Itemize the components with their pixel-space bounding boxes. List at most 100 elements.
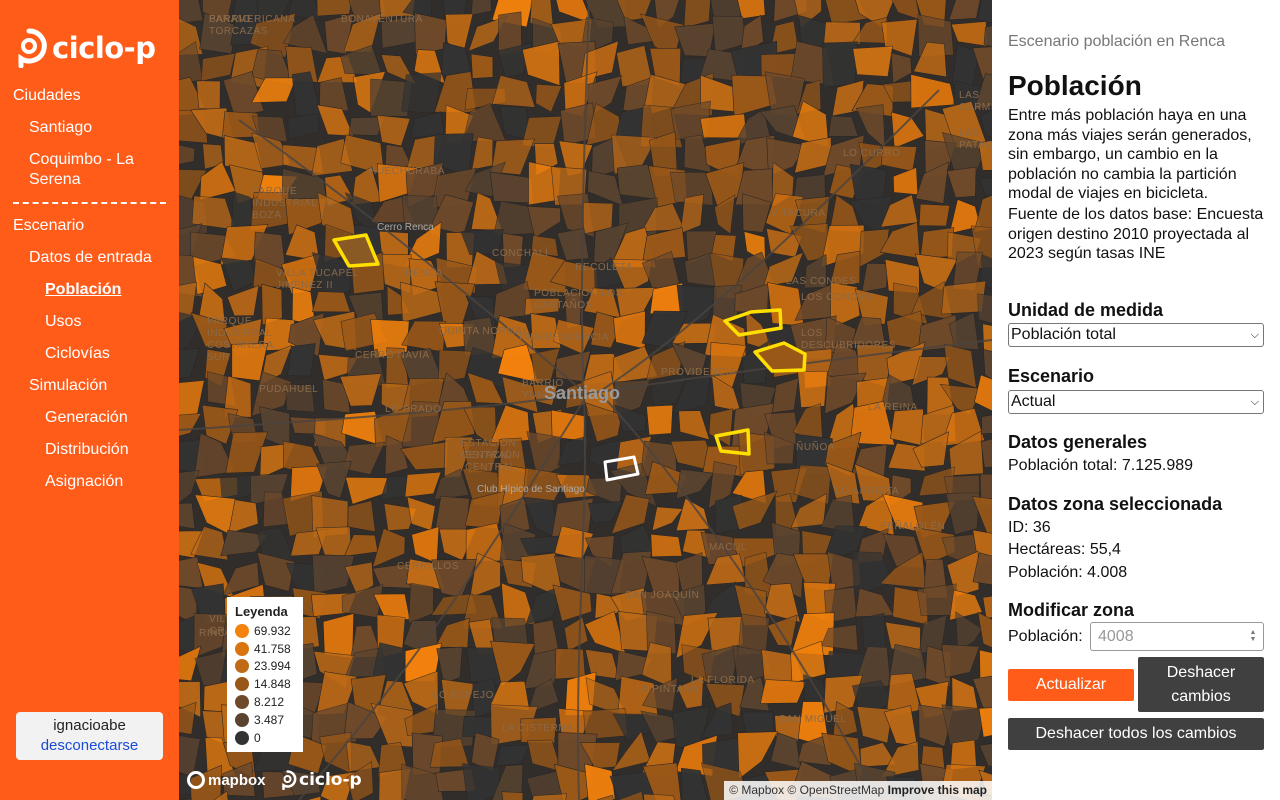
- nav-cities-heading[interactable]: Ciudades: [13, 86, 81, 106]
- stepper-icon[interactable]: ▲ ▼: [1247, 629, 1259, 644]
- map-ciclo-p-logo: ciclo-p: [279, 770, 362, 790]
- map-place-label: POBLACIÓN LOS CASTAÑOS: [534, 288, 623, 311]
- map-place-label: PARQUE INDUSTRIAL LO BOZA: [252, 186, 336, 221]
- legend-swatch: [235, 712, 249, 727]
- attribution-text[interactable]: © Mapbox © OpenStreetMap: [729, 783, 884, 797]
- nav-item-generacion[interactable]: Generación: [45, 408, 128, 428]
- user-box: ignacioabe desconectarse: [16, 712, 163, 760]
- nav-simulation[interactable]: Simulación: [29, 376, 107, 396]
- legend-item: 0: [235, 729, 295, 747]
- map-zone: [322, 613, 355, 659]
- legend-value: 0: [254, 730, 261, 745]
- map-place-label: LOS DESCUBRIDORES: [801, 328, 897, 351]
- scenario-select[interactable]: Actual ⌵: [1008, 390, 1264, 414]
- map-zone: [646, 404, 674, 436]
- map-place-label: SAN MIGUEL: [779, 714, 847, 725]
- map-place-label: LA REINA: [868, 402, 918, 413]
- ciclo-p-logo-icon: [282, 770, 297, 790]
- map-place-label: Club Hípico de Santiago: [477, 484, 585, 495]
- nav-item-poblacion[interactable]: Población: [45, 280, 121, 300]
- map-place-label: BONAVENTURA: [341, 14, 423, 25]
- legend-value: 41.758: [254, 641, 291, 656]
- nav-city-coquimbo[interactable]: Coquimbo - La Serena: [29, 150, 164, 190]
- nav-divider: [13, 202, 166, 204]
- legend-item: 8.212: [235, 693, 295, 711]
- legend-swatch: [235, 695, 249, 710]
- zone-hectares: Hectáreas: 55,4: [1008, 541, 1121, 558]
- nav-city-santiago[interactable]: Santiago: [29, 118, 92, 138]
- improve-map-link[interactable]: Improve this map: [888, 783, 987, 797]
- mapbox-logo[interactable]: mapbox: [187, 771, 266, 789]
- brand-logo[interactable]: ciclo-p: [12, 28, 156, 68]
- map-place-label: LOS CONDES: [801, 292, 873, 303]
- map-place-label: CERRILLOS: [397, 561, 460, 572]
- general-heading: Datos generales: [1008, 432, 1148, 452]
- map-legend: Leyenda 69.932 41.758 23.994 14.848 8.212 3.4…: [227, 597, 303, 752]
- map-place-label: PROVIDENCIA: [661, 367, 737, 378]
- map-place-label: LA FLORIDA: [691, 675, 755, 686]
- modify-heading: Modificar zona: [1008, 600, 1135, 620]
- map-place-label: Cerro Renca: [377, 222, 434, 233]
- panel-description: Entre más población haya en una zona más…: [1008, 107, 1252, 202]
- population-input[interactable]: 4008 ▲ ▼: [1090, 622, 1264, 651]
- map-zone: [311, 291, 351, 313]
- map-attribution: © Mapbox © OpenStreetMap Improve this ma…: [724, 781, 992, 800]
- map-place-label: LO CURRO: [843, 148, 901, 159]
- logout-link[interactable]: desconectarse: [16, 736, 163, 756]
- legend-value: 69.932: [254, 623, 291, 638]
- map-zone: [554, 648, 586, 680]
- map-place-label: MACUL: [709, 542, 748, 553]
- map-zone: [916, 583, 957, 616]
- map-place-label: INDEPENDENCIA: [519, 332, 610, 343]
- map-place-label: LAS CARMELITAS: [959, 90, 992, 113]
- legend-swatch: [235, 623, 249, 638]
- legend-value: 8.212: [254, 695, 285, 710]
- map-place-label: HUECHURABA: [369, 166, 446, 177]
- population-field-label: Población:: [1008, 628, 1083, 645]
- nav-item-asignacion[interactable]: Asignación: [45, 472, 123, 492]
- panel-source: Fuente de los datos base: Encuesta orige…: [1008, 206, 1264, 262]
- map-place-label: LO ESPEJO: [433, 690, 494, 701]
- map-place-label: LA CISTERNA: [502, 723, 574, 734]
- map-place-label: CERRO NAVIA: [355, 350, 430, 361]
- map-zone: [347, 500, 376, 533]
- map-canvas[interactable]: BARRIO TORCAZAS HUECHURABA VITACURA LO CURR…: [179, 0, 992, 800]
- nav-input-data[interactable]: Datos de entrada: [29, 248, 152, 268]
- map-zone: [196, 80, 221, 111]
- map-place-label: LAS CONDES: [786, 276, 857, 287]
- map-place-label: QUINTA NORMAL: [439, 326, 529, 337]
- map-place-label: SAN JOAQUÍN: [625, 590, 700, 601]
- nav-item-distribucion[interactable]: Distribución: [45, 440, 129, 460]
- unit-heading: Unidad de medida: [1008, 300, 1164, 320]
- map-zone: [918, 203, 951, 227]
- legend-title: Leyenda: [235, 604, 288, 619]
- nav-item-ciclovias[interactable]: Ciclovías: [45, 344, 110, 364]
- legend-value: 23.994: [254, 659, 291, 674]
- legend-item: 23.994: [235, 658, 295, 676]
- legend-item: 3.487: [235, 711, 295, 729]
- mapbox-icon: [187, 771, 205, 789]
- nav-scenario-heading[interactable]: Escenario: [13, 216, 84, 236]
- unit-select[interactable]: Población total ⌵: [1008, 323, 1264, 347]
- map-city-label: Santiago: [544, 383, 621, 403]
- map-zone: [401, 72, 442, 114]
- map-place-label: VILLA TUCAPEL JIMÉNEZ II: [276, 268, 359, 291]
- map-place-label: PANAMERICANA: [209, 14, 296, 25]
- mapbox-label: mapbox: [208, 771, 266, 789]
- unit-select-value: Población total: [1011, 326, 1116, 343]
- map-place-label: LA PINTANA: [636, 684, 700, 695]
- map-place-label: LO ARRIETA: [835, 486, 900, 497]
- nav-item-usos[interactable]: Usos: [45, 312, 81, 332]
- map-place-label: VITACURA: [771, 208, 826, 219]
- undo-changes-button[interactable]: Deshacer cambios: [1138, 657, 1264, 712]
- map-place-label: PARQUE INDUSTRIAL COSTANERA SUR: [207, 316, 274, 363]
- legend-swatch: [235, 677, 249, 692]
- map-place-label: LO PRADO: [385, 404, 442, 415]
- map-zone: [470, 53, 494, 79]
- ciclo-p-logo-icon: [18, 28, 47, 68]
- map-place-label: CONCHALÍ: [492, 248, 549, 259]
- map-zone: [797, 370, 828, 408]
- undo-all-changes-button[interactable]: Deshacer todos los cambios: [1008, 718, 1264, 750]
- update-button[interactable]: Actualizar: [1008, 669, 1134, 701]
- legend-swatch: [235, 659, 249, 674]
